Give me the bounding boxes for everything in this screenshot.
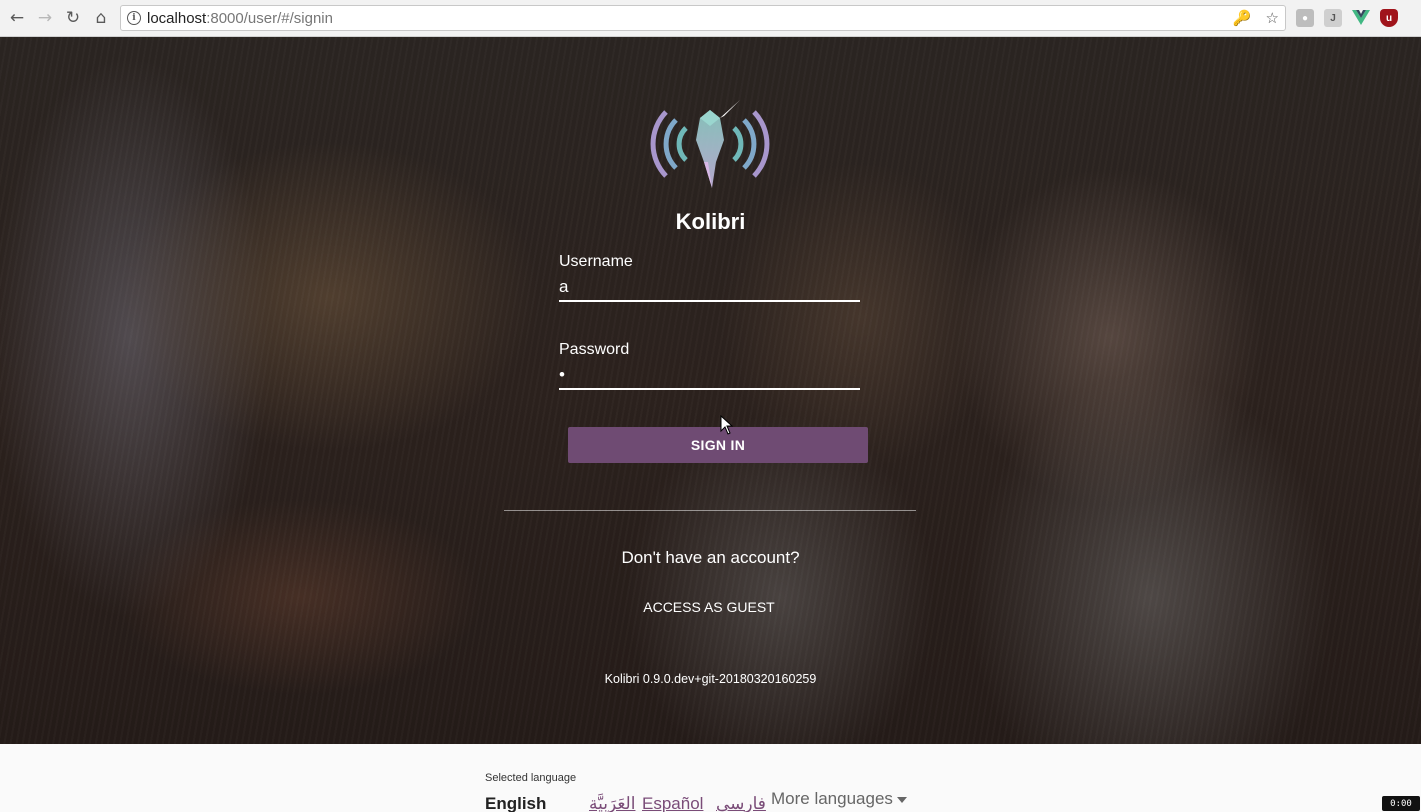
mouse-cursor-icon <box>720 415 734 435</box>
vue-extension-icon[interactable] <box>1352 9 1370 27</box>
selected-language-label: Selected language <box>485 772 577 784</box>
access-as-guest-link[interactable]: ACCESS AS GUEST <box>639 599 779 621</box>
ublock-extension-icon[interactable]: u <box>1380 9 1398 27</box>
info-icon[interactable]: i <box>127 11 141 25</box>
username-label: Username <box>559 253 633 270</box>
bug-extension-icon[interactable]: ● <box>1296 9 1314 27</box>
no-account-text: Don't have an account? <box>621 548 800 567</box>
url-text: localhost:8000/user/#/signin <box>147 10 333 27</box>
star-icon[interactable]: ☆ <box>1266 9 1279 27</box>
sign-in-button[interactable]: SIGN IN <box>568 427 868 463</box>
brand-name: Kolibri <box>675 209 746 234</box>
password-input[interactable] <box>559 362 860 390</box>
url-path: :8000/user/#/signin <box>206 9 333 27</box>
reload-icon[interactable]: ↻ <box>59 4 87 32</box>
browser-toolbar: ← → ↻ ⌂ i localhost:8000/user/#/signin 🔑… <box>0 0 1421 37</box>
home-icon[interactable]: ⌂ <box>87 4 115 32</box>
caret-down-icon <box>896 796 907 803</box>
username-field: Username <box>559 253 860 302</box>
language-option-spanish[interactable]: Español <box>642 794 703 812</box>
url-host: localhost <box>147 9 207 27</box>
corner-badge: 0:00 <box>1382 796 1420 811</box>
more-languages-label: More languages <box>771 789 893 808</box>
address-bar[interactable]: i localhost:8000/user/#/signin 🔑 ☆ <box>120 5 1286 31</box>
divider <box>504 510 916 511</box>
language-current: English <box>485 794 547 812</box>
version-text: Kolibri 0.9.0.dev+git-20180320160259 <box>604 672 817 686</box>
extensions-bar: ● J u <box>1296 9 1398 27</box>
password-field: Password <box>559 341 860 390</box>
kolibri-logo-icon <box>650 100 770 188</box>
back-icon[interactable]: ← <box>3 4 31 32</box>
more-languages-button[interactable]: More languages <box>771 789 907 809</box>
username-input[interactable] <box>559 274 860 302</box>
forward-icon[interactable]: → <box>31 4 59 32</box>
hero-background: Kolibri Username Password SIGN IN Don't … <box>0 37 1421 744</box>
key-icon[interactable]: 🔑 <box>1233 9 1252 27</box>
language-footer: Selected language English العَرَبِيَّة E… <box>0 744 1421 812</box>
language-option-farsi[interactable]: فارسی <box>716 794 766 812</box>
j-extension-icon[interactable]: J <box>1324 9 1342 27</box>
language-option-arabic[interactable]: العَرَبِيَّة <box>589 794 635 812</box>
password-label: Password <box>559 341 630 358</box>
